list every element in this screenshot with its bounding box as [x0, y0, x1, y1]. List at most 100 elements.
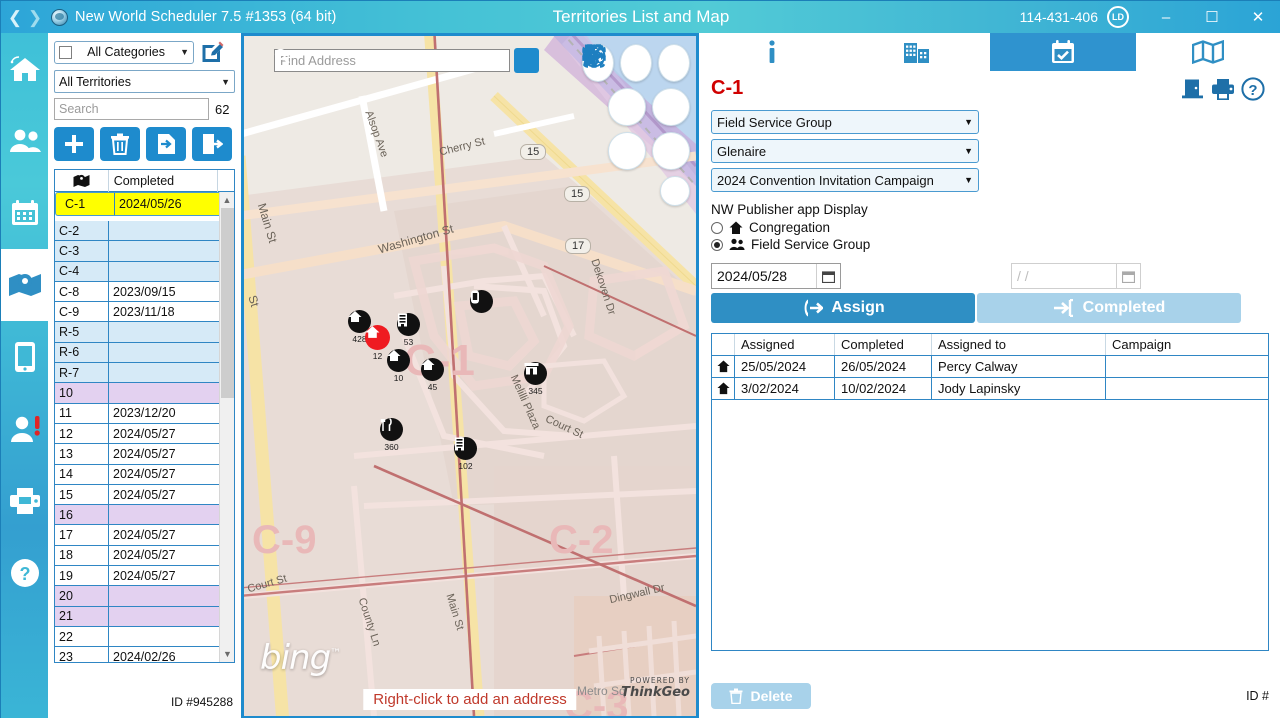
table-row[interactable]: 10	[55, 383, 234, 404]
table-row[interactable]: C-4	[55, 261, 234, 282]
decrease-font-tool[interactable]: A	[584, 46, 690, 170]
history-col-campaign[interactable]: Campaign	[1106, 334, 1268, 355]
table-row[interactable]: 19 2024/05/27	[55, 566, 234, 587]
campaign-select[interactable]: 2024 Convention Invitation Campaign ▼	[711, 168, 979, 192]
category-filter-combo[interactable]: All Categories ▼	[54, 40, 194, 64]
import-territory-button[interactable]	[146, 127, 186, 161]
territory-filter-combo[interactable]: All Territories ▼	[54, 70, 235, 93]
tab-assignments[interactable]	[990, 33, 1136, 71]
table-row[interactable]: 16	[55, 505, 234, 526]
question-mark-icon: ?	[582, 44, 606, 68]
calendar-icon[interactable]	[1116, 264, 1140, 288]
back-chevron-icon[interactable]: ❮	[7, 9, 23, 26]
sidebar-item-schedules[interactable]	[1, 177, 48, 249]
map-marker[interactable]: 345	[524, 362, 547, 396]
find-address-input[interactable]	[274, 49, 510, 72]
radio-fsg-row[interactable]: Field Service Group	[699, 236, 1280, 253]
account-badge[interactable]: LD	[1107, 6, 1129, 28]
minimize-button[interactable]: –	[1143, 1, 1189, 33]
sidebar-item-reports[interactable]	[1, 465, 48, 537]
sidebar-item-mobile[interactable]	[1, 321, 48, 393]
map-marker[interactable]: 102	[454, 437, 477, 471]
forward-chevron-icon[interactable]: ❯	[27, 9, 43, 26]
table-row[interactable]: 25/05/2024 26/05/2024 Percy Calway	[712, 356, 1268, 378]
table-row[interactable]: 22	[55, 626, 234, 648]
table-row[interactable]: 21	[55, 606, 234, 627]
assigned-date-input[interactable]: 2024/05/28	[711, 263, 841, 289]
map-help-tool[interactable]: ?	[582, 44, 690, 206]
scroll-down-icon[interactable]: ▼	[220, 646, 234, 662]
door-exit-button[interactable]	[1181, 78, 1205, 105]
table-row[interactable]: 14 2024/05/27	[55, 464, 234, 485]
table-row[interactable]: 17 2024/05/27	[55, 525, 234, 546]
column-header-completed[interactable]: Completed	[109, 170, 219, 192]
table-row[interactable]: C-8 2023/09/15	[55, 281, 234, 303]
history-col-assigned-to[interactable]: Assigned to	[932, 334, 1106, 355]
tab-info[interactable]	[699, 33, 845, 71]
delete-assignment-button[interactable]: Delete	[711, 683, 811, 709]
history-col-assigned[interactable]: Assigned	[735, 334, 835, 355]
sidebar-item-home[interactable]	[1, 33, 48, 105]
table-row[interactable]: 13 2024/05/27	[55, 444, 234, 465]
export-map-tool[interactable]	[585, 44, 690, 82]
radio-congregation-row[interactable]: Congregation	[699, 219, 1280, 236]
territory-grid-scrollbar[interactable]: ▲ ▼	[219, 192, 234, 662]
search-input[interactable]	[54, 98, 209, 120]
help-button[interactable]: ?	[1241, 77, 1265, 106]
sidebar-item-publishers[interactable]	[1, 105, 48, 177]
locate-tool[interactable]	[582, 44, 690, 126]
sidebar-item-alerts[interactable]	[1, 393, 48, 465]
increase-font-tool[interactable]: A	[585, 44, 646, 170]
print-button[interactable]	[1211, 78, 1235, 106]
scroll-thumb[interactable]	[221, 208, 234, 398]
completed-date-input[interactable]: / /	[1011, 263, 1141, 289]
map-marker[interactable]: 45	[421, 358, 444, 392]
sidebar-item-help[interactable]: ?	[1, 537, 48, 609]
assign-button[interactable]: Assign	[711, 293, 975, 323]
close-button[interactable]: ✕	[1235, 1, 1280, 33]
table-row[interactable]: 15 2024/05/27	[55, 484, 234, 506]
assign-type-select[interactable]: Field Service Group ▼	[711, 110, 979, 134]
table-row[interactable]: C-9 2023/11/18	[55, 302, 234, 323]
history-body[interactable]: 25/05/2024 26/05/2024 Percy Calway 3/02/202…	[712, 356, 1268, 400]
pan-tool[interactable]	[582, 44, 646, 126]
export-territory-button[interactable]	[192, 127, 232, 161]
tab-map[interactable]	[1136, 33, 1280, 71]
radio-field-service-group[interactable]	[711, 238, 723, 251]
map-marker[interactable]: 360	[380, 418, 403, 452]
category-checkbox[interactable]	[59, 45, 72, 59]
delete-territory-button[interactable]	[100, 127, 140, 161]
map-marker[interactable]	[470, 290, 493, 314]
tab-buildings[interactable]	[845, 33, 991, 71]
territory-grid-body[interactable]: C-1 2024/05/26 C-2 C-3 C-4 C-8 2023/09/15 C-9 20…	[55, 192, 234, 662]
table-row[interactable]: 20	[55, 586, 234, 607]
radio-congregation[interactable]	[711, 221, 723, 234]
table-row[interactable]: R-6	[55, 342, 234, 364]
column-header-territory[interactable]	[55, 170, 109, 192]
add-territory-button[interactable]	[54, 127, 94, 161]
sidebar-item-territories[interactable]	[1, 249, 48, 321]
table-row[interactable]: C-2	[55, 221, 234, 242]
map-panel[interactable]: C-1 C-9 C-2 C-3 Alsop Ave Cherry St Wash…	[241, 33, 699, 718]
table-row[interactable]: 12 2024/05/27	[55, 423, 234, 445]
clear-selection-tool[interactable]	[582, 44, 652, 82]
map-marker[interactable]: 10	[387, 349, 410, 383]
map-marker[interactable]: 53	[397, 313, 420, 347]
table-row[interactable]: 18 2024/05/27	[55, 545, 234, 567]
table-row[interactable]: R-7	[55, 363, 234, 384]
map-canvas[interactable]: C-1 C-9 C-2 C-3 Alsop Ave Cherry St Wash…	[244, 36, 696, 716]
edit-categories-button[interactable]	[200, 39, 226, 65]
table-row[interactable]: 3/02/2024 10/02/2024 Jody Lapinsky	[712, 378, 1268, 400]
table-row[interactable]: R-5	[55, 322, 234, 343]
table-row[interactable]: C-1 2024/05/26	[55, 192, 234, 216]
scroll-up-icon[interactable]: ▲	[220, 192, 234, 208]
table-row[interactable]: 23 2024/02/26	[55, 647, 234, 662]
history-col-completed[interactable]: Completed	[835, 334, 932, 355]
find-address-button[interactable]	[274, 48, 539, 73]
table-row[interactable]: 11 2023/12/20	[55, 403, 234, 424]
maximize-button[interactable]: ☐	[1189, 1, 1235, 33]
calendar-icon[interactable]	[816, 264, 840, 288]
completed-button[interactable]: Completed	[977, 293, 1241, 323]
table-row[interactable]: C-3	[55, 241, 234, 262]
assignee-select[interactable]: Glenaire ▼	[711, 139, 979, 163]
